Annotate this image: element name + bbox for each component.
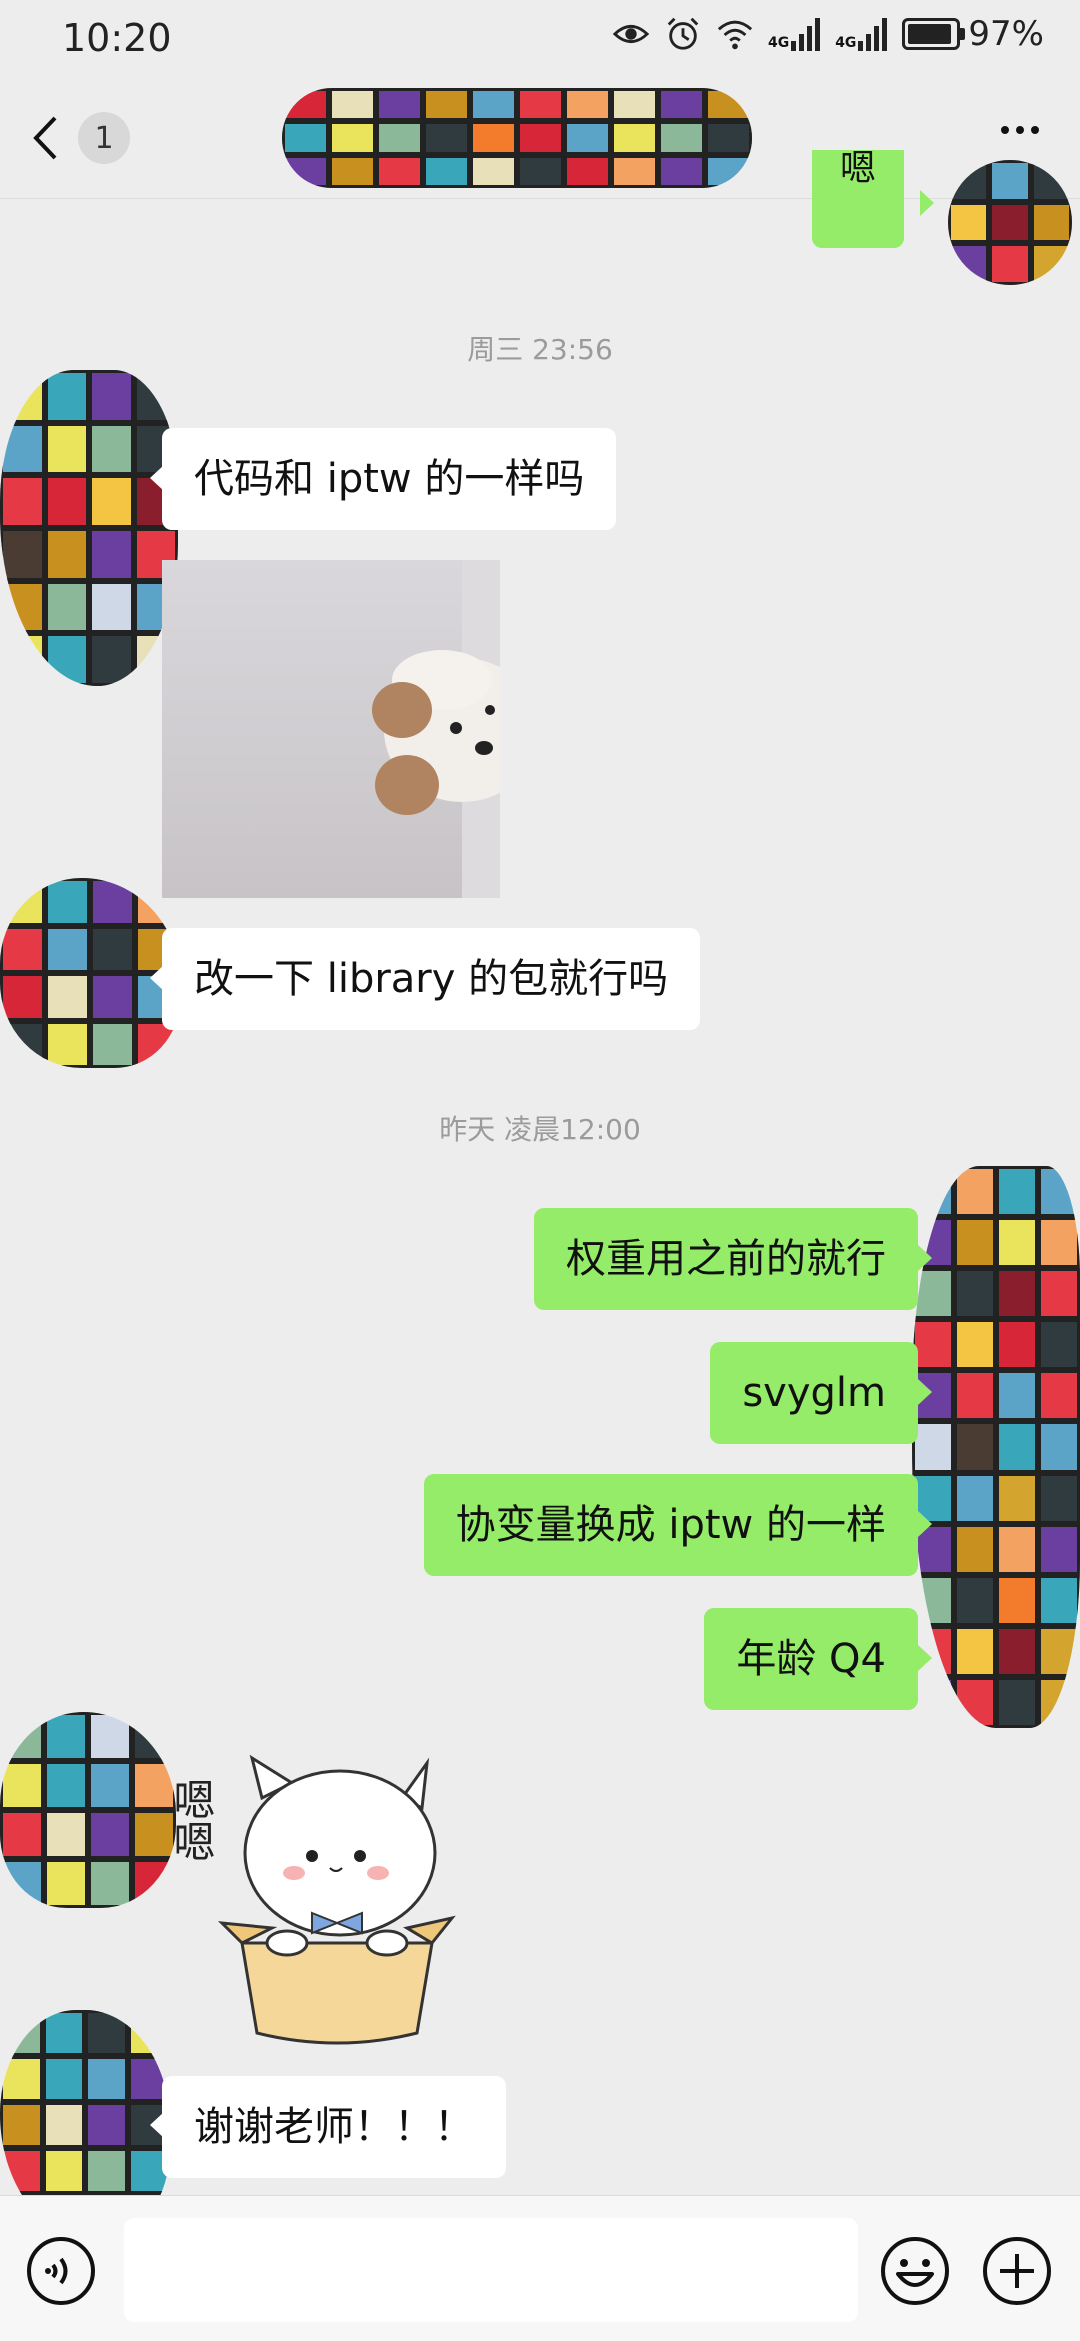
more-dots-icon xyxy=(1001,126,1039,134)
avatar-contact[interactable] xyxy=(0,1712,176,1908)
signal-icon xyxy=(791,18,821,51)
status-bar: 10:20 4G 4G 97% xyxy=(0,0,1080,80)
cat-in-box-sticker[interactable]: 嗯嗯 xyxy=(162,1748,462,2048)
plus-icon[interactable] xyxy=(982,2236,1052,2306)
sticker-text: 嗯嗯 xyxy=(167,1778,216,1862)
battery-indicator: 97% xyxy=(902,14,1044,54)
message-bubble-outgoing[interactable]: 嗯 xyxy=(812,148,905,248)
signal-4g-2: 4G xyxy=(835,17,888,51)
battery-icon xyxy=(902,18,966,50)
eye-icon xyxy=(612,24,650,44)
message-bubble-incoming[interactable]: 代码和 iptw 的一样吗 xyxy=(162,428,617,530)
message-bubble-incoming[interactable]: 谢谢老师！！！ xyxy=(162,2076,506,2178)
chat-title-obscured xyxy=(282,88,752,188)
cat-sticker-icon xyxy=(217,1754,456,2045)
avatar-contact[interactable] xyxy=(0,370,178,686)
message-bubble-outgoing[interactable]: 协变量换成 iptw 的一样 xyxy=(423,1474,918,1576)
message-bubble-outgoing[interactable]: 权重用之前的就行 xyxy=(534,1208,918,1310)
battery-percent: 97% xyxy=(968,14,1044,54)
timestamp-label: 昨天 凌晨12:00 xyxy=(439,1113,641,1146)
avatar-self[interactable] xyxy=(948,160,1072,285)
puppy-icon xyxy=(372,560,500,898)
message-bubble-outgoing[interactable]: svyglm xyxy=(710,1342,918,1444)
more-options-button[interactable] xyxy=(990,100,1050,160)
alarm-icon xyxy=(667,17,699,50)
message-bubble-incoming[interactable]: 改一下 library 的包就行吗 xyxy=(162,928,701,1030)
avatar-self[interactable] xyxy=(912,1166,1080,1728)
emoji-icon[interactable] xyxy=(880,2236,950,2306)
timestamp-label: 周三 23:56 xyxy=(467,333,613,366)
message-bubble-outgoing[interactable]: 年龄 Q4 xyxy=(704,1608,918,1710)
status-icons: 4G 4G 97% xyxy=(612,14,1044,54)
unread-badge: 1 xyxy=(78,112,130,164)
message-input[interactable] xyxy=(124,2218,858,2322)
wifi-icon xyxy=(717,20,753,50)
voice-icon[interactable] xyxy=(26,2236,96,2306)
back-button[interactable]: 1 xyxy=(30,108,140,168)
input-bar xyxy=(0,2195,1080,2341)
puppy-peeking-image[interactable] xyxy=(162,560,500,898)
signal-4g-1: 4G xyxy=(768,17,821,51)
back-chevron-icon xyxy=(33,116,57,160)
status-time: 10:20 xyxy=(62,16,172,60)
signal-icon xyxy=(858,18,888,51)
